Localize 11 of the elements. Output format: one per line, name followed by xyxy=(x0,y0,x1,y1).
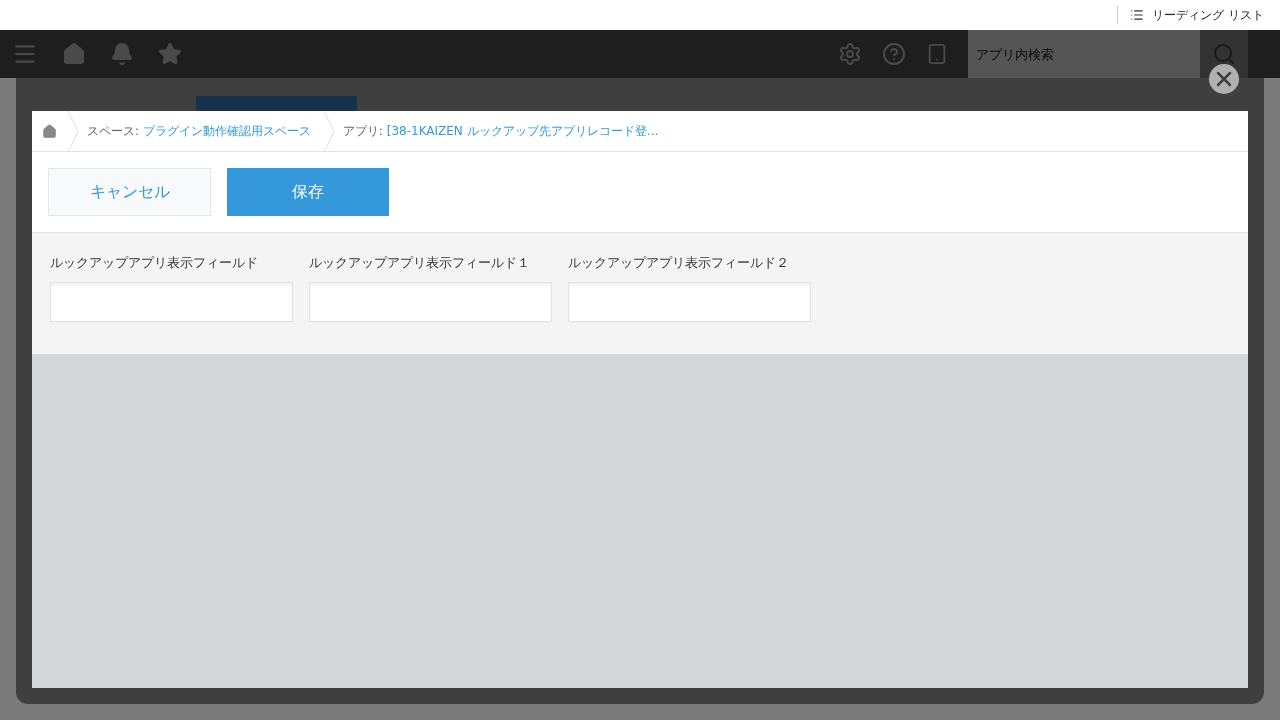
save-button[interactable]: 保存 xyxy=(227,168,389,216)
breadcrumb-label: スペース: xyxy=(87,123,141,140)
reading-list-link[interactable]: リーディング リスト xyxy=(1152,6,1264,24)
breadcrumb-link[interactable]: プラグイン動作確認用スペース xyxy=(142,122,311,140)
breadcrumb-label: アプリ: xyxy=(342,123,384,140)
field-label: ルックアップアプリ表示フィールド xyxy=(50,254,259,272)
cancel-button[interactable]: キャンセル xyxy=(48,168,211,216)
field-label: ルックアップアプリ表示フィールド１ xyxy=(309,254,531,272)
search-field[interactable]: アプリ内検索 xyxy=(968,30,1200,78)
field-label: ルックアップアプリ表示フィールド２ xyxy=(568,254,790,272)
breadcrumb-link[interactable]: [38-1KAIZEN ルックアップ先アプリレコード登… xyxy=(386,122,659,140)
